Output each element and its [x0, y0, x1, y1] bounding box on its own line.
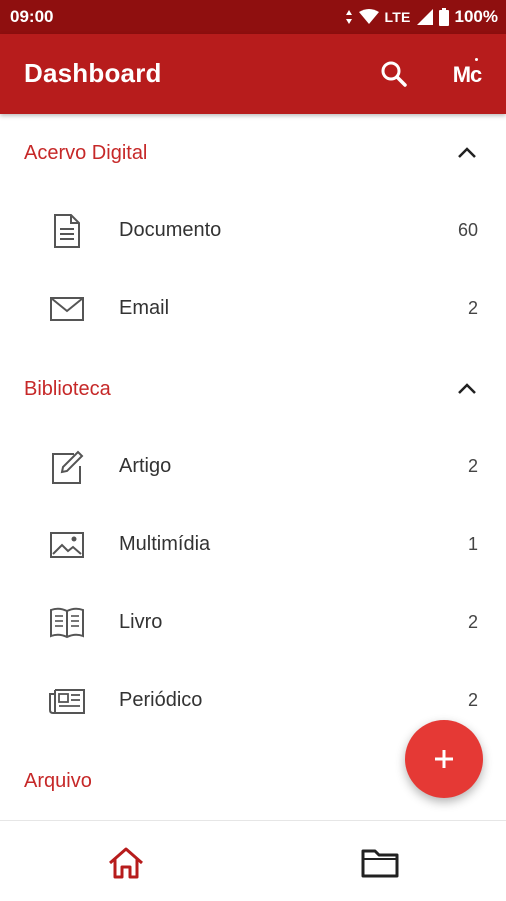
bottom-nav — [0, 820, 506, 901]
list-item-label: Documento — [119, 219, 222, 241]
section-header-acervo-digital[interactable]: Acervo Digital — [0, 114, 506, 192]
status-time: 09:00 — [10, 7, 54, 26]
avatar[interactable]: Mc — [444, 52, 490, 98]
app-bar: Dashboard Mc — [0, 34, 506, 114]
list-item-label: Multimídia — [119, 533, 211, 555]
battery-icon — [438, 8, 449, 26]
search-icon — [381, 61, 407, 87]
list-item-count: 2 — [467, 456, 478, 476]
list-item-count: 2 — [467, 612, 478, 632]
wifi-icon — [358, 9, 379, 24]
status-icons: LTE 100% — [345, 7, 498, 27]
list-item-label: Artigo — [119, 455, 172, 477]
email-icon — [50, 297, 84, 321]
section-title: Arquivo — [24, 770, 92, 792]
battery-level: 100% — [454, 7, 498, 26]
list-item-multimidia[interactable]: Multimídia 1 — [0, 506, 506, 584]
dashboard-list: Acervo Digital Documento 60 Email 2 Bibl… — [0, 114, 506, 820]
nav-folder-button[interactable] — [360, 843, 400, 883]
folder-icon — [361, 849, 399, 878]
chevron-up-icon — [458, 147, 476, 158]
search-button[interactable] — [378, 58, 410, 90]
data-arrows-icon — [345, 10, 352, 24]
edit-icon — [52, 450, 84, 484]
nav-home-button[interactable] — [106, 843, 146, 883]
list-item-label: Periódico — [119, 689, 203, 711]
section-header-biblioteca[interactable]: Biblioteca — [0, 350, 506, 428]
list-item-email[interactable]: Email 2 — [0, 270, 506, 348]
home-icon — [109, 847, 143, 879]
newspaper-icon — [49, 689, 85, 714]
image-icon — [50, 532, 84, 558]
chevron-up-icon — [458, 383, 476, 394]
list-item-count: 2 — [467, 690, 478, 710]
avatar-initials: Mc — [452, 62, 483, 87]
list-item-documento[interactable]: Documento 60 — [0, 192, 506, 270]
list-item-count: 2 — [467, 298, 478, 318]
add-fab-button[interactable] — [405, 720, 483, 798]
list-item-label: Livro — [119, 611, 163, 633]
list-item-label: Email — [119, 297, 170, 319]
status-bar: 09:00 LTE 100% — [0, 0, 506, 34]
plus-icon — [435, 750, 453, 768]
signal-icon — [416, 9, 433, 25]
list-item-count: 60 — [457, 220, 478, 240]
document-icon — [54, 214, 80, 248]
section-title: Acervo Digital — [24, 142, 148, 164]
book-icon — [50, 607, 84, 639]
list-item-livro[interactable]: Livro 2 — [0, 584, 506, 662]
list-item-artigo[interactable]: Artigo 2 — [0, 428, 506, 506]
list-item-count: 1 — [467, 534, 478, 554]
page-title: Dashboard — [24, 58, 162, 88]
section-title: Biblioteca — [24, 378, 111, 400]
avatar-dot — [475, 58, 478, 61]
network-type: LTE — [384, 9, 411, 25]
